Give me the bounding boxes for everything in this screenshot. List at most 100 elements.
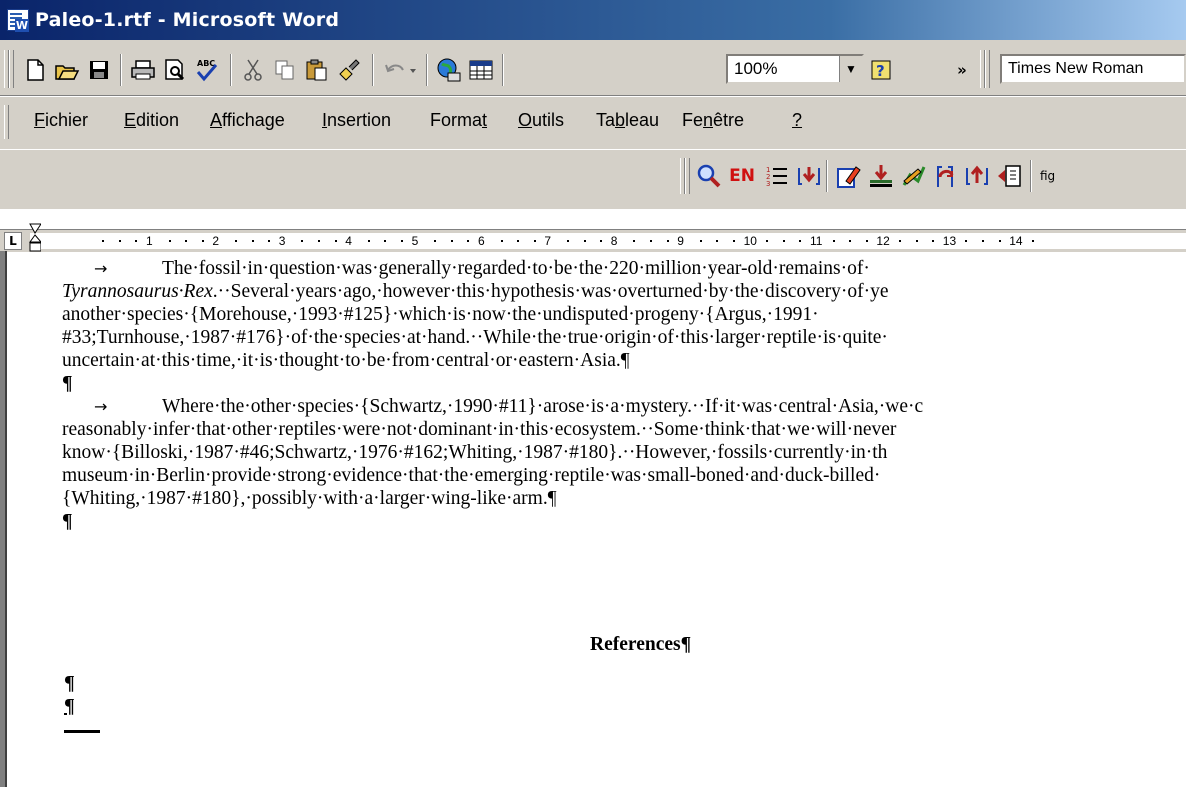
format-bibliography-icon[interactable]: 123: [762, 160, 792, 192]
find-citation-icon[interactable]: [694, 160, 724, 192]
menu-tableau[interactable]: Tableau: [596, 110, 659, 131]
edit-citation-icon[interactable]: [834, 160, 864, 192]
tab-selector[interactable]: L: [4, 232, 22, 250]
paragraph-line: → The·fossil·in·question·was·generally·re…: [62, 257, 1186, 280]
ruler[interactable]: L 1 2 3 4 5 6 7 8 9 10 11 12 13 14: [0, 223, 1186, 253]
empty-paragraph-mark: ¶: [62, 373, 73, 394]
ruler-tick: [318, 240, 320, 242]
ruler-number: 7: [544, 234, 552, 248]
toolbar-grip[interactable]: [685, 158, 690, 194]
save-icon[interactable]: [84, 54, 114, 86]
paragraph-line: another·species·{Morehouse,·1993·#125}·w…: [62, 304, 819, 325]
undo-icon[interactable]: [380, 54, 420, 86]
zoom-combo[interactable]: 100% ▼: [726, 54, 864, 84]
empty-paragraph-mark: ¶: [62, 511, 73, 532]
ruler-number: 13: [942, 234, 957, 248]
ruler-tick: [401, 240, 403, 242]
menu-bar: Fichier Edition Affichage Insertion Form…: [0, 97, 1186, 147]
svg-text:3: 3: [766, 180, 770, 188]
go-to-library-icon[interactable]: [866, 160, 896, 192]
menu-fichier[interactable]: Fichier: [34, 110, 88, 131]
ruler-tick: [500, 240, 503, 242]
cite-while-you-write-icon[interactable]: [962, 160, 992, 192]
ruler-tick: [915, 240, 918, 242]
toolbar-separator: [426, 54, 428, 86]
ruler-number: 3: [278, 234, 286, 248]
ruler-tick: [517, 240, 520, 242]
ruler-tick: [185, 240, 188, 242]
chevron-down-icon[interactable]: ▼: [839, 56, 862, 82]
figure-button[interactable]: fig: [1040, 160, 1070, 192]
open-icon[interactable]: [52, 54, 82, 86]
paragraph-line: → Where·the·other·species·{Schwartz,·1990…: [62, 395, 1186, 418]
toolbar-separator: [120, 54, 122, 86]
toolbar-separator: [826, 160, 828, 192]
toolbar-separator: [230, 54, 232, 86]
menu-fenetre[interactable]: Fenêtre: [682, 110, 744, 131]
ruler-number: 6: [478, 234, 485, 248]
ruler-number: 11: [810, 234, 823, 248]
ruler-number: 10: [743, 234, 757, 248]
ruler-tick: [1031, 240, 1034, 242]
unformat-citations-icon[interactable]: [930, 160, 960, 192]
table-icon[interactable]: [466, 54, 496, 86]
ruler-number: 14: [1009, 234, 1023, 248]
format-painter-icon[interactable]: [334, 54, 364, 86]
menu-insertion[interactable]: Insertion: [322, 110, 391, 131]
title-bar: Paleo-1.rtf - Microsoft Word: [0, 0, 1186, 40]
menu-affichage[interactable]: Affichage: [210, 110, 285, 131]
ruler-number: 4: [345, 234, 352, 248]
return-to-document-icon[interactable]: [994, 160, 1024, 192]
insert-citation-icon[interactable]: [794, 160, 824, 192]
en-label[interactable]: EN: [724, 160, 760, 192]
menu-edition[interactable]: Edition: [124, 110, 179, 131]
ruler-tick: [567, 240, 569, 242]
ruler-number: 1: [146, 234, 153, 248]
paste-icon[interactable]: [302, 54, 332, 86]
ruler-tick: [965, 240, 968, 242]
generate-bibliography-icon[interactable]: [898, 160, 928, 192]
help-icon[interactable]: ?: [866, 54, 896, 86]
new-icon[interactable]: [20, 54, 50, 86]
ruler-tick: [583, 240, 586, 242]
document-left-edge: [0, 251, 7, 787]
ruler-tick: [301, 240, 304, 242]
menu-format[interactable]: Format: [430, 110, 487, 131]
svg-text:ABC: ABC: [197, 59, 215, 68]
document-body[interactable]: → The·fossil·in·question·was·generally·re…: [62, 257, 1186, 533]
ruler-tick: [434, 240, 437, 242]
menu-grip[interactable]: [4, 105, 9, 139]
word-app-icon[interactable]: [7, 9, 29, 32]
ruler-tick: [135, 240, 138, 242]
copy-icon[interactable]: [270, 54, 300, 86]
ruler-tick: [102, 240, 105, 242]
ruler-tick: [832, 240, 835, 242]
citation-toolbar: EN 123 fig: [0, 149, 1186, 202]
ruler-tick: [334, 240, 337, 242]
ruler-tick: [733, 240, 735, 242]
font-combo[interactable]: Times New Roman: [1000, 54, 1186, 84]
toolbar-grip[interactable]: [9, 50, 14, 88]
web-icon[interactable]: [434, 54, 464, 86]
print-preview-icon[interactable]: [160, 54, 190, 86]
paragraph-line: uncertain·at·this·time,·it·is·thought·to…: [62, 350, 630, 371]
cut-icon[interactable]: [238, 54, 268, 86]
menu-help[interactable]: ?: [792, 110, 802, 131]
ruler-number: 12: [876, 234, 890, 248]
print-icon[interactable]: [128, 54, 158, 86]
more-buttons-icon[interactable]: »: [950, 54, 974, 86]
ruler-tick: [666, 240, 669, 242]
ruler-tick: [384, 240, 387, 242]
ruler-tick: [699, 240, 702, 242]
menu-outils[interactable]: Outils: [518, 110, 564, 131]
indent-marker[interactable]: [29, 223, 41, 253]
paragraph-line: reasonably·infer·that·other·reptiles·wer…: [62, 419, 897, 440]
toolbar-grip[interactable]: [985, 50, 990, 88]
paragraph-line: {Whiting,·1987·#180},·possibly·with·a·la…: [62, 488, 557, 509]
paragraph-line: Tyrannosaurus·Rex.··Several·years·ago,·h…: [62, 281, 889, 302]
end-of-document-marker: [64, 730, 100, 733]
paragraph-line: museum·in·Berlin·provide·strong·evidence…: [62, 465, 881, 486]
ruler-tick: [201, 240, 204, 242]
spelling-icon[interactable]: ABC: [192, 54, 222, 86]
ruler-tick: [799, 240, 802, 242]
